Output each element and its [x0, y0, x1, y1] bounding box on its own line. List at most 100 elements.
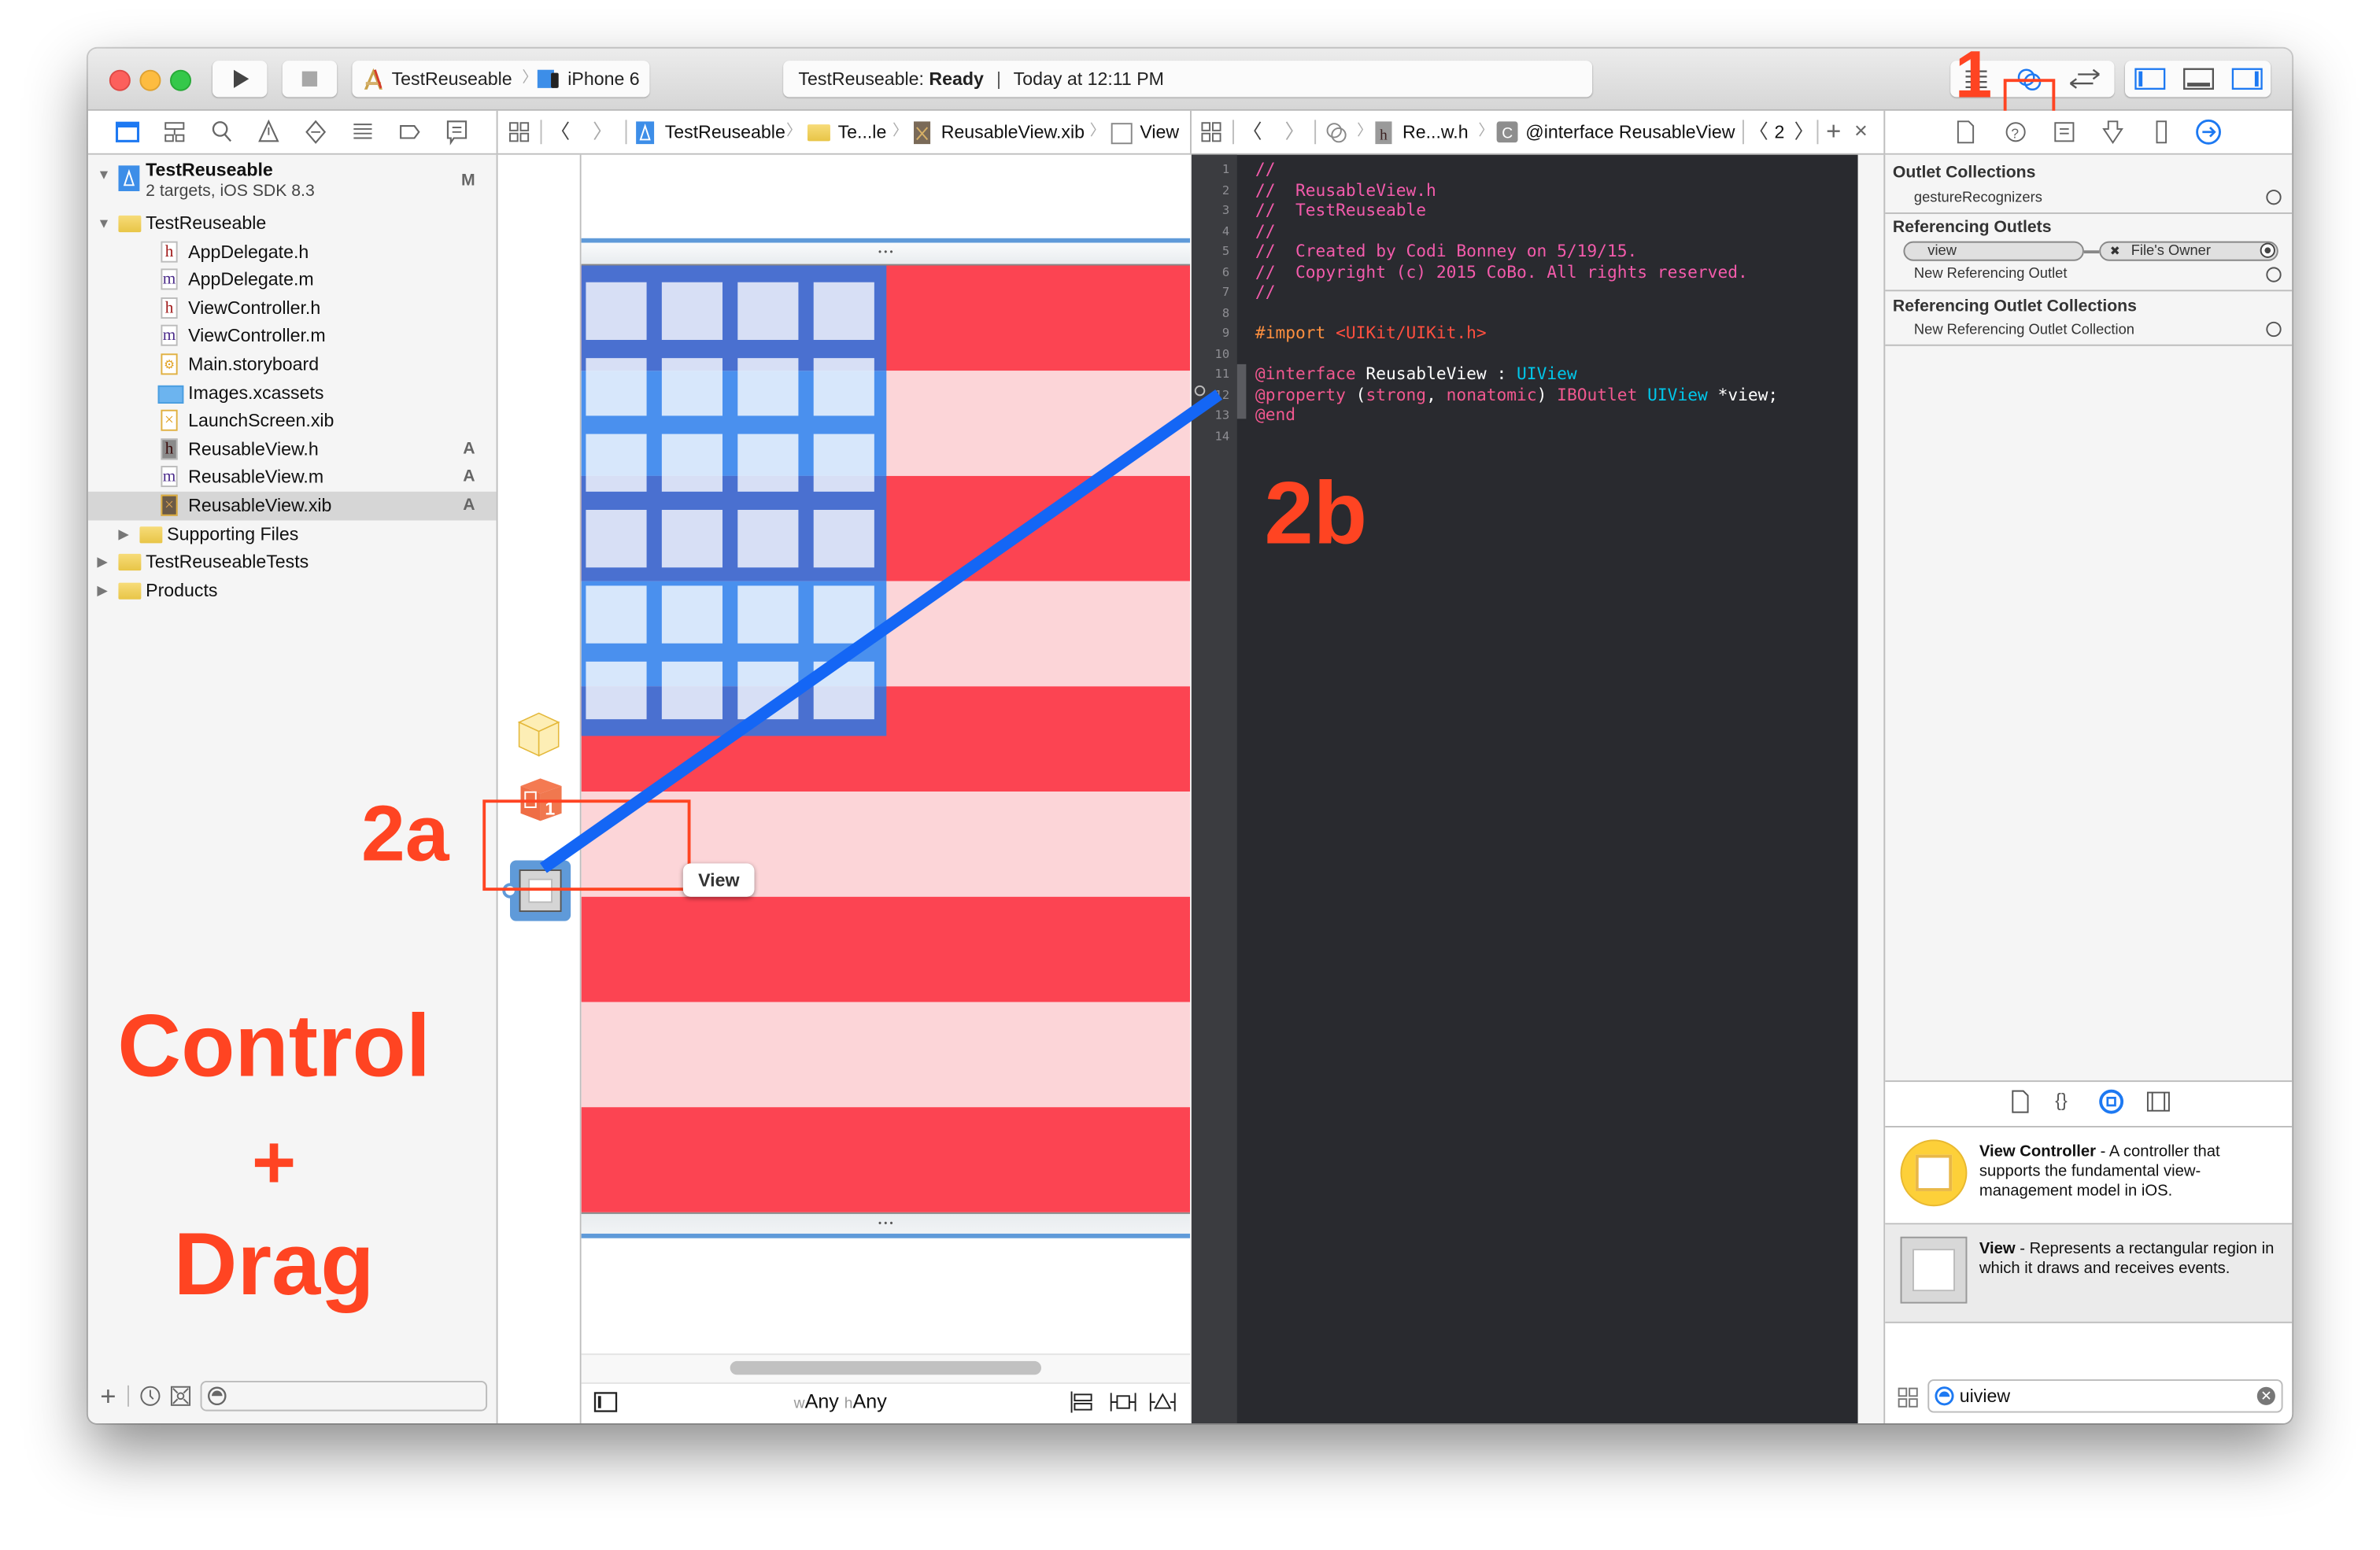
navigator-filter-input[interactable]: [200, 1380, 488, 1412]
disclosure-collapsed-icon[interactable]: ▶: [97, 576, 107, 604]
source-control-filter[interactable]: [170, 1386, 191, 1407]
file-tree-row[interactable]: h ViewController.h: [88, 294, 497, 323]
recent-files-filter[interactable]: [139, 1386, 161, 1407]
size-inspector-tab[interactable]: [2149, 120, 2174, 144]
project-name[interactable]: TestReuseable: [146, 159, 273, 180]
zoom-window-button[interactable]: [169, 69, 191, 91]
library-item-view-controller[interactable]: View Controller - A controller that supp…: [1885, 1127, 2292, 1223]
code-line[interactable]: @interface ReusableView : UIView: [1255, 364, 1577, 384]
code-line[interactable]: @property (strong, nonatomic) IBOutlet U…: [1255, 385, 1778, 404]
navigator-toggle-icon[interactable]: [2134, 67, 2168, 91]
file-tree-row[interactable]: ▶ TestReuseableTests: [88, 548, 497, 577]
pin-icon[interactable]: [1110, 1391, 1137, 1412]
assistant-crumb-symbol[interactable]: @interface ReusableView: [1525, 111, 1735, 153]
xib-file-icon: [913, 121, 931, 145]
file-tree-row[interactable]: ▶ Products: [88, 576, 497, 604]
code-line[interactable]: //: [1255, 159, 1276, 179]
resize-handle-bottom[interactable]: • • •: [581, 1212, 1190, 1235]
code-line[interactable]: // Created by Codi Bonney on 5/19/15.: [1255, 242, 1637, 261]
disclosure-expanded-icon[interactable]: ▼: [97, 209, 110, 238]
file-tree-row[interactable]: ⚙ Main.storyboard: [88, 350, 497, 378]
disconnect-x-icon[interactable]: ✖: [2110, 243, 2120, 260]
automatic-assistant-icon[interactable]: [1324, 120, 1351, 144]
debug-area-toggle-icon[interactable]: [2182, 67, 2216, 91]
stop-button[interactable]: [282, 61, 338, 98]
connection-outlet-pill[interactable]: view: [1903, 241, 2084, 261]
jumpbar-crumb-project[interactable]: TestReuseable: [665, 111, 785, 153]
assistant-crumb-file[interactable]: Re...w.h: [1402, 111, 1469, 153]
next-counterpart-button[interactable]: 〉: [1794, 111, 1814, 153]
line-number: 5: [1221, 244, 1230, 258]
code-line[interactable]: //: [1255, 282, 1276, 302]
library-item-view[interactable]: View - Represents a rectangular region i…: [1885, 1224, 2293, 1322]
file-tree-row[interactable]: ▶ Supporting Files: [88, 520, 497, 548]
minimize-window-button[interactable]: [139, 69, 161, 91]
code-line[interactable]: #import <UIKit/UIKit.h>: [1255, 323, 1487, 343]
file-tree-row[interactable]: h AppDelegate.h: [88, 238, 497, 266]
add-file-button[interactable]: +: [100, 1381, 116, 1412]
add-assistant-editor-button[interactable]: +: [1821, 111, 1846, 153]
flag-view[interactable]: [581, 265, 1190, 1212]
file-tree-row[interactable]: ▼ TestReuseable: [88, 209, 497, 238]
run-button[interactable]: [212, 61, 268, 98]
code-snippet-library-tab[interactable]: {}: [2055, 1090, 2067, 1111]
file-inspector-tab[interactable]: [1955, 120, 1976, 144]
file-tree-row[interactable]: m ViewController.m: [88, 323, 497, 351]
file-tree-row[interactable]: m ReusableView.m A: [88, 463, 497, 492]
connection-target-pill[interactable]: ✖ File's Owner: [2099, 241, 2278, 261]
attributes-inspector-tab[interactable]: [2101, 120, 2125, 145]
file-template-library-tab[interactable]: [2009, 1090, 2031, 1114]
size-class-control[interactable]: wAny hAny: [794, 1387, 887, 1420]
file-tree-row[interactable]: × ReusableView.xib A: [87, 491, 497, 520]
diamond-icon: [305, 120, 327, 144]
quick-help-tab[interactable]: ?: [2004, 120, 2028, 144]
code-line[interactable]: // ReusableView.h: [1255, 180, 1436, 200]
code-line[interactable]: @end: [1255, 405, 1295, 425]
close-window-button[interactable]: [109, 69, 131, 91]
code-line[interactable]: // TestReuseable: [1255, 201, 1426, 220]
status-project: TestReuseable:: [798, 68, 924, 90]
code-line[interactable]: // Copyright (c) 2015 CoBo. All rights r…: [1255, 262, 1748, 282]
files-owner-cube-icon[interactable]: [516, 710, 562, 759]
disclosure-expanded-icon[interactable]: ▼: [97, 167, 110, 182]
library-filter-input[interactable]: uiview ✕: [1927, 1379, 2283, 1413]
folder-icon: [115, 121, 140, 142]
clear-search-icon[interactable]: ✕: [2256, 1386, 2275, 1405]
assistant-back-button[interactable]: 〈: [1242, 111, 1263, 153]
activity-status: TestReuseable: Ready | Today at 12:11 PM: [783, 61, 1593, 98]
file-tree-row[interactable]: × LaunchScreen.xib: [88, 407, 497, 435]
resolve-autolayout-icon[interactable]: [1149, 1391, 1177, 1412]
disclosure-collapsed-icon[interactable]: ▶: [118, 520, 128, 548]
connections-inspector-tab[interactable]: [2195, 118, 2223, 146]
assistant-code-editor[interactable]: 1 2 3 4 5 6 7 8 9 10 11 12 13 14 //// ReusableView.h /…: [1191, 154, 1858, 1423]
media-library-tab[interactable]: [2146, 1091, 2171, 1113]
code-line[interactable]: //: [1255, 221, 1276, 241]
file-tree-row[interactable]: m AppDelegate.m: [88, 266, 497, 294]
resize-handle-top[interactable]: • • •: [581, 242, 1190, 266]
horizontal-scrollbar-thumb[interactable]: [730, 1360, 1041, 1375]
close-assistant-editor-button[interactable]: ×: [1849, 111, 1873, 153]
disclosure-collapsed-icon[interactable]: ▶: [97, 548, 107, 577]
jumpbar-crumb-group[interactable]: Te...le: [838, 111, 887, 153]
scheme-selector[interactable]: TestReuseable 〉 iPhone 6: [352, 61, 650, 98]
file-tree-row[interactable]: h ReusableView.h A: [88, 435, 497, 463]
new-referencing-outlet-connector[interactable]: [2266, 267, 2282, 282]
utilities-toggle-icon[interactable]: [2231, 67, 2264, 91]
interface-builder-canvas: • • • • • • View wAny hAny: [581, 154, 1190, 1423]
code-token: UIView: [1647, 384, 1708, 404]
jumpbar-crumb-view[interactable]: View: [1140, 111, 1179, 153]
toggle-document-outline-icon[interactable]: [593, 1391, 618, 1412]
outlet-collection-connector[interactable]: [2266, 190, 2282, 205]
object-library-tab[interactable]: [2097, 1088, 2125, 1116]
previous-counterpart-button[interactable]: 〈: [1749, 111, 1768, 153]
jumpbar-crumb-file[interactable]: ReusableView.xib: [941, 111, 1085, 153]
back-button[interactable]: 〈: [549, 111, 571, 153]
grid-view-icon[interactable]: [1898, 1387, 1919, 1408]
identity-inspector-tab[interactable]: [2052, 120, 2076, 144]
new-referencing-outlet-collection-connector[interactable]: [2266, 321, 2282, 338]
version-editor-icon[interactable]: [2066, 67, 2102, 91]
align-icon[interactable]: [1070, 1391, 1095, 1413]
assistant-forward-button[interactable]: 〉: [1284, 111, 1306, 153]
file-tree-row[interactable]: Images.xcassets: [88, 378, 497, 407]
forward-button[interactable]: 〉: [592, 111, 613, 153]
